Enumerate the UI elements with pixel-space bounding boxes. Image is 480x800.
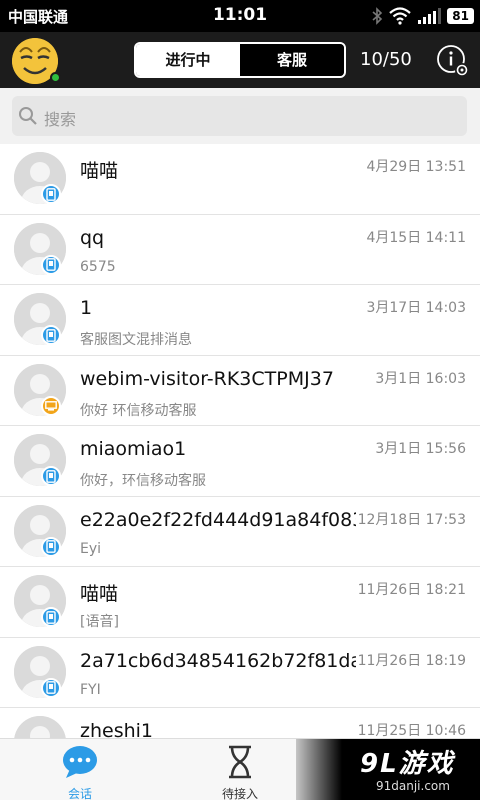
contact-name: 2a71cb6d34854162b72f81da [80, 649, 360, 672]
search-placeholder: 搜索 [44, 110, 77, 129]
last-message: 你好 环信移动客服 [80, 402, 197, 419]
message-time: 4月15日 14:11 [364, 226, 466, 247]
bottom-navigation: 会话 待接入 9L游戏 91danji.com [0, 738, 480, 800]
last-message: 客服图文混排消息 [80, 332, 192, 348]
conversation-list[interactable]: 喵喵 4月29日 13:51 qq 4月15日 14:11 6575 1 3月1… [0, 144, 480, 738]
tab-customer-service[interactable]: 客服 [240, 44, 344, 76]
app-header: 进行中 客服 10/50 [0, 32, 480, 88]
conversation-row[interactable]: miaomiao1 3月1日 15:56 你好，环信移动客服 [0, 426, 480, 497]
mobile-channel-badge [41, 254, 61, 275]
watermark-logo: 9L游戏 [360, 749, 455, 779]
signal-icon [418, 8, 442, 24]
search-icon [19, 107, 37, 125]
nav-label-chat: 会话 [67, 787, 92, 800]
last-message: 你好，环信移动客服 [80, 473, 206, 489]
mobile-channel-badge [41, 536, 61, 557]
conversation-row[interactable]: 2a71cb6d34854162b72f81da 11月26日 18:19 FY… [0, 637, 480, 708]
contact-name: miaomiao1 [80, 438, 187, 460]
nav-item-pending[interactable]: 待接入 [200, 745, 280, 800]
conversation-row[interactable]: e22a0e2f22fd444d91a84f083 12月18日 17:53 E… [0, 496, 480, 567]
default-avatar-icon [14, 716, 66, 738]
conversation-row[interactable]: 喵喵 4月29日 13:51 [0, 144, 480, 215]
web-channel-badge [41, 395, 61, 416]
message-time: 11月26日 18:21 [355, 579, 466, 599]
status-segmented-control: 进行中 客服 [134, 42, 346, 78]
phone-icon [46, 469, 56, 483]
monitor-icon [45, 400, 57, 411]
conversation-row[interactable]: webim-visitor-RK3CTPMJ37 3月1日 16:03 你好 环… [0, 355, 480, 426]
mobile-channel-badge [41, 184, 61, 204]
message-time: 11月25日 10:46 [355, 720, 466, 738]
info-settings-button[interactable] [436, 44, 470, 78]
mobile-channel-badge [41, 607, 61, 627]
info-gear-icon [437, 45, 469, 77]
message-time: 3月17日 14:03 [364, 297, 466, 317]
battery-indicator: 81 [447, 8, 474, 24]
conversation-row[interactable]: 喵喵 11月26日 18:21 [语音] [0, 567, 480, 638]
contact-name: zheshi1 [80, 720, 154, 738]
phone-icon [46, 681, 56, 694]
conversation-row[interactable]: 1 3月17日 14:03 客服图文混排消息 [0, 285, 480, 356]
wifi-icon [389, 7, 412, 25]
contact-name: webim-visitor-RK3CTPMJ37 [80, 367, 334, 390]
last-message: Eyi [80, 540, 102, 557]
mobile-channel-badge [41, 677, 61, 698]
watermark-url: 91danji.com [376, 779, 450, 793]
tab-in-progress[interactable]: 进行中 [136, 44, 240, 76]
last-message: [语音] [80, 614, 119, 630]
bluetooth-icon [372, 7, 383, 25]
conversation-row[interactable]: zheshi1 11月25日 10:46 [0, 708, 480, 738]
phone-icon [46, 328, 56, 342]
search-bar-container: 搜索 [0, 88, 480, 144]
nav-item-chat[interactable]: 会话 [40, 745, 120, 800]
nav-label-pending: 待接入 [221, 787, 258, 800]
phone-icon [46, 540, 56, 553]
message-time: 12月18日 17:53 [355, 508, 466, 529]
contact-name: 喵喵 [80, 583, 119, 605]
phone-icon [46, 258, 56, 271]
session-count: 10/50 [360, 49, 412, 70]
phone-icon [46, 187, 56, 201]
message-time: 3月1日 15:56 [373, 438, 466, 458]
message-time: 11月26日 18:19 [355, 649, 466, 670]
contact-name: qq [80, 226, 105, 249]
contact-avatar [14, 716, 66, 738]
chat-icon [63, 746, 97, 778]
phone-icon [46, 610, 56, 624]
online-status-dot [50, 72, 61, 83]
contact-name: e22a0e2f22fd444d91a84f083 [80, 508, 360, 531]
hourglass-icon [229, 745, 251, 779]
conversation-row[interactable]: qq 4月15日 14:11 6575 [0, 214, 480, 285]
search-input[interactable]: 搜索 [12, 96, 467, 136]
contact-name: 1 [80, 297, 93, 319]
mobile-channel-badge [41, 466, 61, 486]
mobile-channel-badge [41, 325, 61, 345]
status-bar: 中国联通 11:01 81 [0, 0, 480, 32]
message-time: 4月29日 13:51 [364, 156, 466, 176]
contact-name: 喵喵 [80, 160, 119, 182]
last-message: FYI [80, 681, 101, 698]
last-message: 6575 [80, 258, 116, 275]
message-time: 3月1日 16:03 [373, 367, 466, 388]
status-icons: 81 [371, 6, 474, 26]
